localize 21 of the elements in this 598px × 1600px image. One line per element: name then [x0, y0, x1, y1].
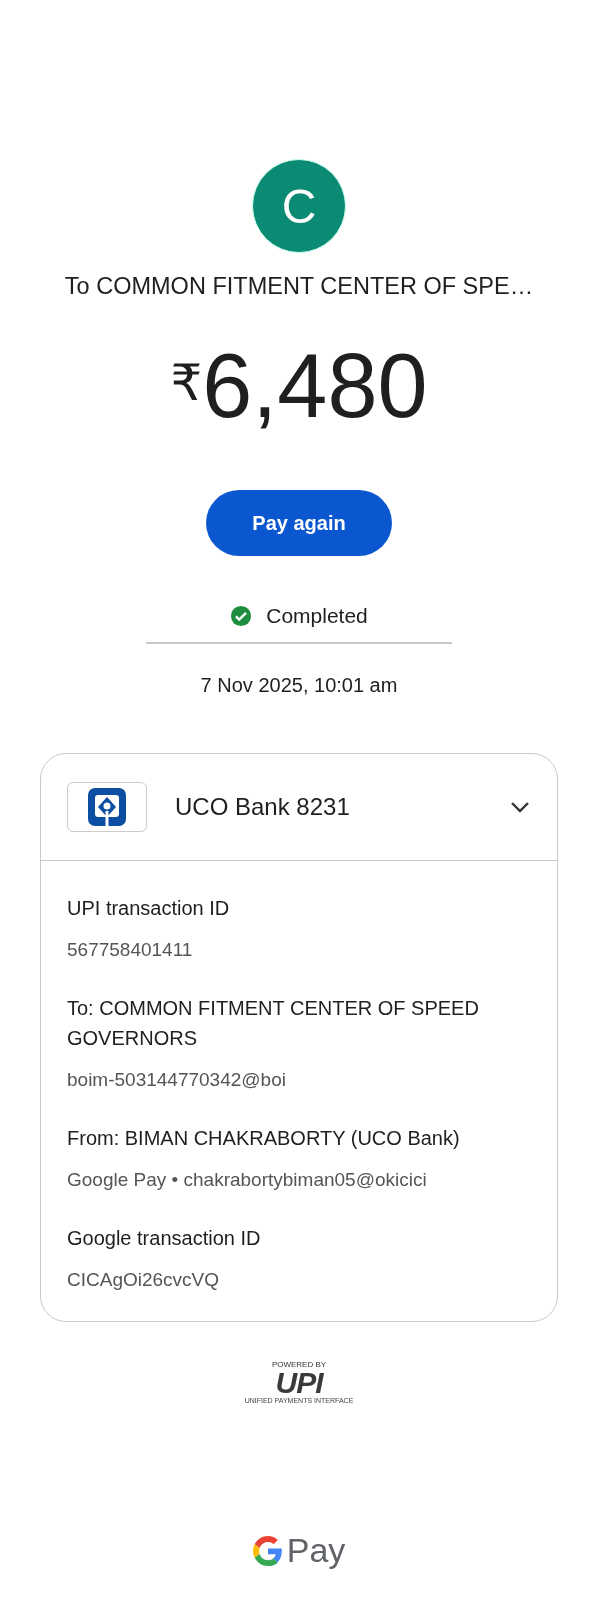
avatar: C: [252, 159, 346, 253]
detail-value: boim-503144770342@boi: [67, 1069, 287, 1091]
transaction-date: 7 Nov 2025, 10:01 am: [200, 674, 398, 697]
pay-wordmark: Pay: [286, 1531, 346, 1570]
detail-value: Google Pay • chakrabortybiman05@okicici: [67, 1169, 428, 1191]
pay-again-button[interactable]: Pay again: [206, 490, 392, 556]
detail-label: To: COMMON FITMENT CENTER OF SPEED GOVERNORS: [67, 996, 480, 1051]
detail-value: 567758401411: [67, 939, 194, 961]
detail-label: Google transaction ID: [67, 1226, 262, 1251]
upi-logo: UPI: [275, 1369, 323, 1397]
detail-label: UPI transaction ID: [67, 896, 231, 921]
status-label: Completed: [266, 604, 368, 628]
chevron-icon[interactable]: [509, 800, 531, 814]
google-g-icon: [252, 1535, 283, 1566]
powered-by-text: POWERED BY: [271, 1360, 327, 1369]
detail-value: CICAgOi26cvcVQ: [67, 1269, 221, 1291]
bank-account: UCO Bank 8231: [175, 793, 351, 821]
detail-label: From: BIMAN CHAKRABORTY (UCO Bank): [67, 1126, 461, 1151]
currency-symbol: ₹: [170, 354, 203, 412]
amount: 6,480: [202, 336, 428, 436]
payee-title: To COMMON FITMENT CENTER OF SPE…: [64, 273, 534, 300]
